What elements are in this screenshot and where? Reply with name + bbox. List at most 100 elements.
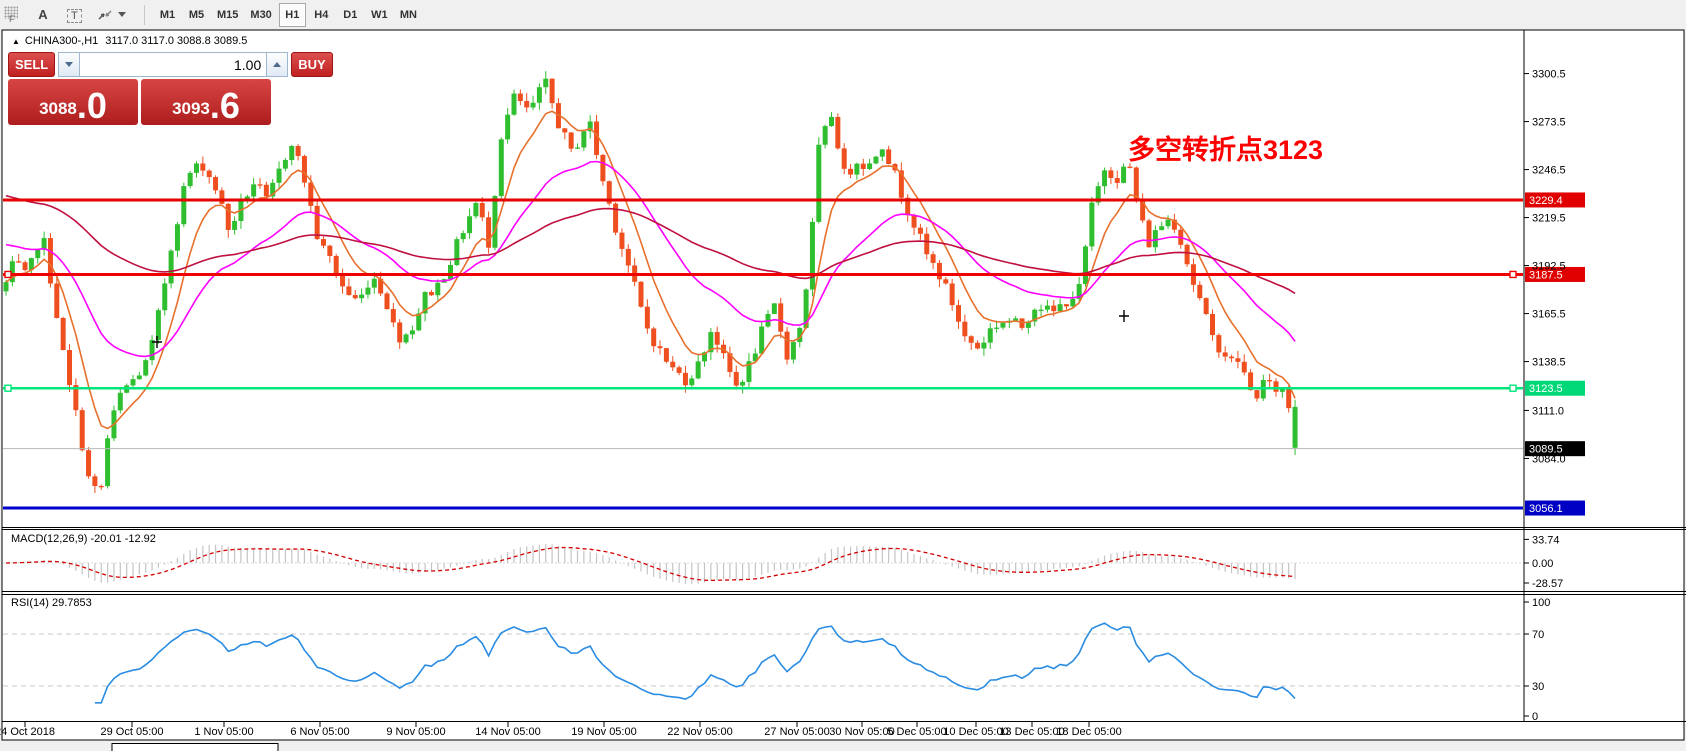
candle-body: [99, 486, 104, 487]
date-axis-label: 6 Nov 05:00: [290, 726, 349, 738]
arrows-icon: [96, 7, 114, 23]
candle-body: [854, 164, 859, 175]
toolbar: F A T M1M5M15M30H1H4D1W1MN: [0, 0, 1686, 29]
candle-body: [315, 206, 320, 239]
price-axis-label: 3219.5: [1532, 213, 1566, 225]
line-endpoint[interactable]: [1510, 271, 1516, 277]
collapse-panel-icon[interactable]: ▲: [12, 37, 20, 46]
timeframe-button-M1[interactable]: M1: [154, 3, 181, 27]
candle-body: [950, 283, 955, 305]
timeframe-button-M15[interactable]: M15: [212, 3, 243, 27]
candle-body: [321, 239, 326, 246]
date-axis-label: 30 Nov 05:00: [829, 726, 894, 738]
candle-body: [651, 328, 656, 346]
candle-body: [689, 378, 694, 385]
candle-body: [1242, 362, 1247, 373]
chevron-down-icon: [118, 12, 126, 17]
candle-body: [645, 307, 650, 329]
text-box-tool[interactable]: T: [61, 4, 85, 26]
text-label-tool[interactable]: A: [31, 4, 55, 26]
candle-body: [518, 94, 523, 101]
candle-body: [156, 310, 161, 340]
candle-body: [918, 228, 923, 234]
volume-increase-button[interactable]: [266, 52, 288, 77]
candle-body: [1058, 304, 1063, 311]
candle-body: [1121, 167, 1126, 183]
arrow-objects-tool[interactable]: [90, 4, 132, 26]
price-tag-label: 3229.4: [1529, 195, 1563, 207]
timeframe-button-D1[interactable]: D1: [337, 3, 364, 27]
timeframe-button-W1[interactable]: W1: [366, 3, 393, 27]
candle-body: [207, 171, 212, 177]
candle-body: [175, 224, 180, 250]
candle-body: [194, 163, 199, 172]
candle-body: [1089, 203, 1094, 247]
candle-body: [1210, 314, 1215, 335]
price-axis-label: 3273.5: [1532, 117, 1566, 129]
candle-body: [1102, 170, 1107, 186]
candle-body: [4, 282, 9, 291]
candle-body: [791, 342, 796, 359]
candle-body: [505, 115, 510, 140]
line-endpoint[interactable]: [1510, 385, 1516, 391]
date-axis-label: 9 Nov 05:00: [386, 726, 445, 738]
timeframe-button-M5[interactable]: M5: [183, 3, 210, 27]
candle-body: [1039, 310, 1044, 311]
candle-body: [1159, 226, 1164, 230]
buy-price-dec: .6: [210, 88, 240, 125]
candle-body: [302, 156, 307, 183]
candle-body: [531, 103, 536, 108]
rsi-axis-label: 100: [1532, 597, 1550, 609]
candle-body: [1235, 358, 1240, 362]
sell-price-display[interactable]: 3088.0: [8, 79, 138, 125]
macd-indicator-label: MACD(12,26,9) -20.01 -12.92: [11, 533, 156, 545]
price-axis-label: 3138.5: [1532, 357, 1566, 369]
timeframe-button-H1[interactable]: H1: [279, 3, 306, 27]
timeframe-button-M30[interactable]: M30: [245, 3, 276, 27]
candle-body: [48, 238, 53, 283]
candle-body: [1223, 352, 1228, 356]
rsi-axis-label: 70: [1532, 629, 1544, 641]
buy-price-int: 3093: [172, 99, 210, 125]
date-axis-label: 18 Dec 05:00: [1056, 726, 1121, 738]
candle-body: [467, 216, 472, 233]
candle-body: [1286, 388, 1291, 408]
volume-decrease-button[interactable]: [58, 52, 80, 77]
candle-body: [385, 294, 390, 310]
rsi-axis-label: 0: [1532, 711, 1538, 723]
chart-annotation-text[interactable]: 多空转折点3123: [1128, 128, 1323, 167]
candle-body: [23, 262, 28, 270]
candle-body: [391, 309, 396, 322]
timeframe-button-MN[interactable]: MN: [395, 3, 422, 27]
candle-body: [823, 126, 828, 145]
candle-body: [1083, 246, 1088, 284]
line-endpoint[interactable]: [5, 385, 11, 391]
candle-body: [1267, 380, 1272, 381]
arrow-down-icon: [65, 62, 73, 67]
volume-input[interactable]: [80, 52, 266, 77]
candle-body: [683, 373, 688, 385]
buy-button[interactable]: BUY: [291, 52, 332, 77]
timeframe-button-H4[interactable]: H4: [308, 3, 335, 27]
sell-button[interactable]: SELL: [8, 52, 55, 77]
candle-body: [480, 203, 485, 217]
toolbar-grip[interactable]: F: [2, 5, 28, 25]
candle-body: [1166, 220, 1171, 227]
candle-body: [1153, 230, 1158, 247]
candle-body: [861, 164, 866, 169]
candle-body: [404, 334, 409, 342]
timeframe-toolbar: M1M5M15M30H1H4D1W1MN: [153, 1, 423, 29]
candle-body: [296, 146, 301, 156]
candle-body: [54, 283, 59, 317]
candle-body: [581, 131, 586, 147]
candle-body: [143, 360, 148, 375]
candle-body: [16, 261, 21, 262]
candle-body: [981, 343, 986, 349]
buy-price-display[interactable]: 3093.6: [141, 79, 271, 125]
candle-body: [181, 186, 186, 224]
candle-body: [232, 221, 237, 230]
candle-body: [1274, 381, 1279, 391]
candle-body: [486, 217, 491, 247]
line-endpoint[interactable]: [5, 271, 11, 277]
candle-body: [1197, 285, 1202, 298]
